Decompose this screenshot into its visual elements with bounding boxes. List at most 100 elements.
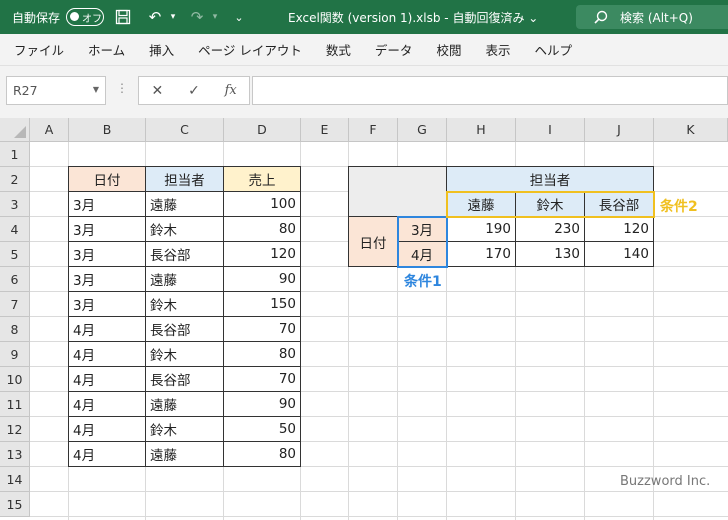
insert-function-icon[interactable]: fx bbox=[212, 83, 249, 98]
table-cell[interactable]: 鈴木 bbox=[145, 291, 224, 317]
table-cell[interactable]: 4月 bbox=[68, 366, 146, 392]
table-cell[interactable]: 70 bbox=[223, 316, 301, 342]
table-cell[interactable]: 120 bbox=[223, 241, 301, 267]
column-header[interactable]: H bbox=[447, 118, 516, 142]
row-header[interactable]: 5 bbox=[0, 242, 30, 267]
chevron-down-icon[interactable]: ▾ bbox=[210, 4, 220, 30]
table-cell[interactable]: 鈴木 bbox=[145, 341, 224, 367]
row-header[interactable]: 8 bbox=[0, 317, 30, 342]
ribbon-tab[interactable]: データ bbox=[365, 40, 423, 59]
table-cell[interactable]: 120 bbox=[584, 216, 654, 242]
ribbon-tab[interactable]: 校閲 bbox=[426, 40, 471, 59]
table-cell[interactable]: 140 bbox=[584, 241, 654, 267]
table-header[interactable]: 長谷部 bbox=[584, 191, 654, 217]
ribbon-tab[interactable]: ファイル bbox=[4, 40, 74, 59]
table-cell[interactable]: 4月 bbox=[68, 316, 146, 342]
ribbon-tab[interactable]: ページ レイアウト bbox=[188, 40, 312, 59]
redo-icon[interactable]: ↷ bbox=[184, 4, 210, 30]
table-cell[interactable]: 長谷部 bbox=[145, 316, 224, 342]
table-cell[interactable]: 3月 bbox=[68, 291, 146, 317]
ribbon-tab[interactable]: 挿入 bbox=[139, 40, 184, 59]
table-cell[interactable]: 100 bbox=[223, 191, 301, 217]
column-header[interactable]: E bbox=[301, 118, 349, 142]
row-header[interactable]: 1 bbox=[0, 142, 30, 167]
table-header[interactable]: 日付 bbox=[348, 216, 398, 267]
table-corner-cell[interactable] bbox=[348, 166, 447, 217]
undo-icon[interactable]: ↶ bbox=[142, 4, 168, 30]
row-header[interactable]: 12 bbox=[0, 417, 30, 442]
table-header[interactable]: 鈴木 bbox=[515, 191, 585, 217]
chevron-down-icon[interactable]: ▼ bbox=[93, 85, 99, 94]
ribbon-tab[interactable]: ヘルプ bbox=[524, 40, 582, 59]
table-cell[interactable]: 4月 bbox=[68, 416, 146, 442]
table-cell[interactable]: 遠藤 bbox=[145, 191, 224, 217]
column-header[interactable]: G bbox=[398, 118, 447, 142]
select-all-corner[interactable] bbox=[0, 118, 30, 142]
table-cell[interactable]: 70 bbox=[223, 366, 301, 392]
cancel-icon[interactable]: ✕ bbox=[139, 83, 176, 99]
name-box[interactable]: R27 ▼ bbox=[6, 76, 106, 105]
column-header[interactable]: I bbox=[516, 118, 585, 142]
table-cell[interactable]: 鈴木 bbox=[145, 416, 224, 442]
table-header[interactable]: 4月 bbox=[397, 241, 447, 267]
table-cell[interactable]: 90 bbox=[223, 266, 301, 292]
column-header[interactable]: A bbox=[30, 118, 69, 142]
table-cell[interactable]: 鈴木 bbox=[145, 216, 224, 242]
column-header[interactable]: D bbox=[224, 118, 301, 142]
table-header[interactable]: 売上 bbox=[223, 166, 301, 192]
table-header[interactable]: 遠藤 bbox=[446, 191, 516, 217]
table-cell[interactable]: 長谷部 bbox=[145, 366, 224, 392]
ribbon-tab[interactable]: 数式 bbox=[316, 40, 361, 59]
row-header[interactable]: 13 bbox=[0, 442, 30, 467]
column-header[interactable]: J bbox=[585, 118, 654, 142]
save-icon[interactable] bbox=[110, 4, 136, 30]
row-header[interactable]: 2 bbox=[0, 167, 30, 192]
search-box[interactable]: 検索 (Alt+Q) bbox=[576, 5, 728, 29]
table-cell[interactable]: 3月 bbox=[68, 266, 146, 292]
table-cell[interactable]: 4月 bbox=[68, 341, 146, 367]
table-header[interactable]: 日付 bbox=[68, 166, 146, 192]
table-cell[interactable]: 170 bbox=[446, 241, 516, 267]
table-cell[interactable]: 130 bbox=[515, 241, 585, 267]
table-cell[interactable]: 50 bbox=[223, 416, 301, 442]
row-header[interactable]: 10 bbox=[0, 367, 30, 392]
table-cell[interactable]: 80 bbox=[223, 441, 301, 467]
row-header[interactable]: 9 bbox=[0, 342, 30, 367]
row-header[interactable]: 6 bbox=[0, 267, 30, 292]
column-header[interactable]: B bbox=[69, 118, 146, 142]
customize-toolbar-icon[interactable]: ⌄ bbox=[226, 4, 252, 30]
table-cell[interactable]: 80 bbox=[223, 341, 301, 367]
table-header[interactable]: 3月 bbox=[397, 216, 447, 242]
table-cell[interactable]: 80 bbox=[223, 216, 301, 242]
table-cell[interactable]: 90 bbox=[223, 391, 301, 417]
table-cell[interactable]: 4月 bbox=[68, 391, 146, 417]
table-header[interactable]: 担当者 bbox=[446, 166, 654, 192]
row-header[interactable]: 7 bbox=[0, 292, 30, 317]
row-header[interactable]: 14 bbox=[0, 467, 30, 492]
row-header[interactable]: 3 bbox=[0, 192, 30, 217]
column-header[interactable]: F bbox=[349, 118, 398, 142]
autosave-toggle[interactable]: オフ bbox=[66, 8, 105, 26]
column-header[interactable]: K bbox=[654, 118, 728, 142]
table-cell[interactable]: 遠藤 bbox=[145, 266, 224, 292]
spreadsheet-grid[interactable]: A B C D E F G H I J K 1 2 3 4 5 6 7 8 9 10 11 12 13 14 15 日付 担当者 売上 3… bbox=[0, 118, 728, 520]
table-cell[interactable]: 230 bbox=[515, 216, 585, 242]
table-cell[interactable]: 3月 bbox=[68, 241, 146, 267]
table-cell[interactable]: 150 bbox=[223, 291, 301, 317]
row-header[interactable]: 4 bbox=[0, 217, 30, 242]
table-cell[interactable]: 長谷部 bbox=[145, 241, 224, 267]
table-header[interactable]: 担当者 bbox=[145, 166, 224, 192]
table-cell[interactable]: 遠藤 bbox=[145, 391, 224, 417]
row-header[interactable]: 11 bbox=[0, 392, 30, 417]
formula-input[interactable] bbox=[252, 76, 728, 105]
column-header[interactable]: C bbox=[146, 118, 224, 142]
table-cell[interactable]: 3月 bbox=[68, 191, 146, 217]
chevron-down-icon[interactable]: ▾ bbox=[168, 4, 178, 30]
enter-icon[interactable]: ✓ bbox=[176, 83, 213, 99]
row-header[interactable]: 15 bbox=[0, 492, 30, 517]
window-title[interactable]: Excel関数 (version 1).xlsb - 自動回復済み ⌄ bbox=[288, 0, 538, 34]
table-cell[interactable]: 遠藤 bbox=[145, 441, 224, 467]
ribbon-tab[interactable]: 表示 bbox=[475, 40, 520, 59]
table-cell[interactable]: 3月 bbox=[68, 216, 146, 242]
table-cell[interactable]: 4月 bbox=[68, 441, 146, 467]
